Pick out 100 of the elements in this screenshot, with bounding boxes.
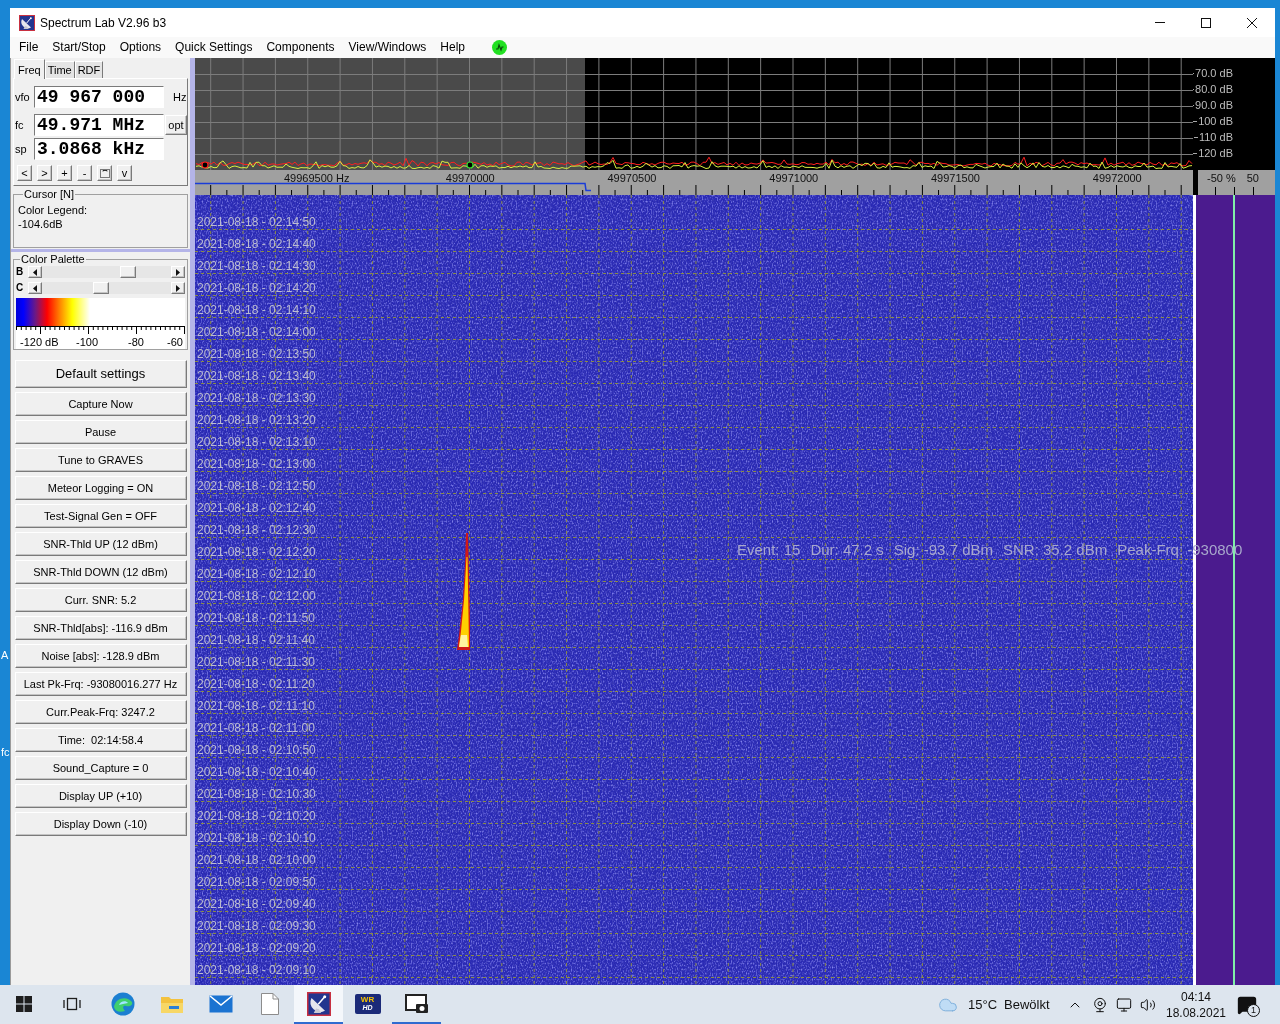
timestamp-label: 2021-08-18 - 02:09:10 <box>197 963 316 977</box>
menu-item[interactable]: Options <box>112 37 169 58</box>
menu-item[interactable]: Components <box>259 37 342 58</box>
notification-button[interactable]: 1 <box>1232 985 1262 1024</box>
event-info-text: Event: 15 <box>737 541 801 559</box>
desktop-icon-label: A <box>1 649 9 662</box>
timestamp-label: 2021-08-18 - 02:10:00 <box>197 853 316 867</box>
command-button[interactable]: Default settings <box>14 360 187 388</box>
command-button[interactable]: Pause <box>14 420 187 444</box>
tab[interactable]: Freq <box>14 59 45 79</box>
command-button[interactable]: SNR-Thld[abs]: -116.9 dBm <box>14 616 187 640</box>
menu-item[interactable]: File <box>12 37 46 58</box>
step-button[interactable]: > <box>37 165 52 181</box>
dotted-frame-icon <box>99 168 110 178</box>
marker-dot-icon <box>466 161 474 169</box>
network-icon[interactable] <box>1116 996 1132 1013</box>
group-title: Color Palette <box>20 252 86 266</box>
timestamp-label: 2021-08-18 - 02:12:40 <box>197 501 316 515</box>
axis-label: 49970500 <box>607 172 657 185</box>
step-button[interactable]: + <box>57 165 72 181</box>
command-button[interactable]: Display Down (-10) <box>14 812 187 836</box>
command-button[interactable]: Sound_Capture = 0 <box>14 756 187 780</box>
minimize-icon <box>1155 22 1165 23</box>
slider-thumb[interactable] <box>120 266 136 278</box>
timestamp-label: 2021-08-18 - 02:13:40 <box>197 369 316 383</box>
task-view-icon <box>63 995 81 1012</box>
step-button[interactable]: - <box>77 165 92 181</box>
menu-item[interactable]: View/Windows <box>341 37 434 58</box>
desktop-icon-label: fc <box>1 746 10 759</box>
value-field[interactable]: 49.971 MHz <box>34 114 164 136</box>
weather-button[interactable]: 15°C Bewölkt <box>936 985 1062 1024</box>
taskbar-button[interactable] <box>294 985 343 1024</box>
frame-button[interactable] <box>97 165 112 181</box>
webcam-icon[interactable] <box>1092 996 1108 1013</box>
scale-label: -50 % <box>1207 172 1236 185</box>
clock-button[interactable]: 04:14 18.08.2021 <box>1160 985 1232 1024</box>
menu-item[interactable]: Help <box>433 37 472 58</box>
status-light-icon[interactable] <box>492 40 507 55</box>
screen-camera-icon <box>404 993 429 1014</box>
slider-label: C <box>16 282 25 294</box>
slider-thumb[interactable] <box>92 282 109 294</box>
cursor-readout-text: Color Legend: <box>18 203 89 217</box>
scale-label: -120 dB <box>20 336 60 349</box>
value-field[interactable]: 3.0868 kHz <box>34 138 164 160</box>
timestamp-label: 2021-08-18 - 02:14:20 <box>197 281 316 295</box>
marker-dot-icon <box>201 161 209 169</box>
timestamp-label: 2021-08-18 - 02:09:20 <box>197 941 316 955</box>
step-button[interactable]: v <box>117 165 132 181</box>
command-button[interactable]: SNR-Thld DOWN (12 dBm) <box>14 560 187 584</box>
axis-label: 49969500 Hz <box>284 172 350 185</box>
timestamp-label: 2021-08-18 - 02:11:40 <box>197 633 315 647</box>
satellite-dish-icon <box>19 14 35 31</box>
scale-label: -80 <box>128 336 145 349</box>
tab[interactable]: Time <box>44 61 75 78</box>
timestamp-label: 2021-08-18 - 02:14:40 <box>197 237 316 251</box>
axis-label: 49971500 <box>931 172 980 185</box>
command-button[interactable]: Last Pk-Frq: -93080016.277 Hz <box>14 672 187 696</box>
maximize-icon <box>1201 17 1211 28</box>
axis-label: 49970000 <box>445 172 495 185</box>
timestamp-label: 2021-08-18 - 02:11:00 <box>197 721 315 735</box>
timestamp-label: 2021-08-18 - 02:10:10 <box>197 831 316 845</box>
timestamp-label: 2021-08-18 - 02:12:10 <box>197 567 316 581</box>
command-button[interactable]: Display UP (+10) <box>14 784 187 808</box>
timestamp-label: 2021-08-18 - 02:10:50 <box>197 743 316 757</box>
options-button[interactable]: opt <box>165 115 187 135</box>
timestamp-label: 2021-08-18 - 02:09:50 <box>197 875 316 889</box>
timestamp-label: 2021-08-18 - 02:10:40 <box>197 765 316 779</box>
scale-label: -100 <box>76 336 100 349</box>
slider-label: B <box>16 266 25 278</box>
timestamp-label: 2021-08-18 - 02:14:10 <box>197 303 316 317</box>
satellite-dish-icon <box>306 991 331 1016</box>
timestamp-label: 2021-08-18 - 02:14:00 <box>197 325 316 339</box>
scroll-left-button[interactable] <box>28 282 42 294</box>
menu-item[interactable]: Quick Settings <box>168 37 260 58</box>
tab[interactable]: RDF <box>74 61 104 78</box>
timestamp-label: 2021-08-18 - 02:11:10 <box>197 699 315 713</box>
timestamp-label: 2021-08-18 - 02:13:30 <box>197 391 316 405</box>
scroll-left-button[interactable] <box>28 266 42 278</box>
command-button[interactable]: Capture Now <box>14 392 187 416</box>
command-button[interactable]: Noise [abs]: -128.9 dBm <box>14 644 187 668</box>
timestamp-label: 2021-08-18 - 02:14:50 <box>197 215 316 229</box>
value-field[interactable]: 49 967 000 <box>34 86 164 108</box>
start-menu-icon <box>16 995 32 1012</box>
timestamp-label: 2021-08-18 - 02:09:30 <box>197 919 316 933</box>
timestamp-label: 2021-08-18 - 02:10:20 <box>197 809 316 823</box>
scroll-right-button[interactable] <box>171 282 185 294</box>
menu-item[interactable]: Start/Stop <box>45 37 113 58</box>
event-info-text: Sig: -93.7 dBm <box>893 541 993 559</box>
timestamp-label: 2021-08-18 - 02:11:50 <box>197 611 315 625</box>
command-button[interactable]: Curr.Peak-Frq: 3247.2 <box>14 700 187 724</box>
command-button[interactable]: Curr. SNR: 5.2 <box>14 588 187 612</box>
scroll-right-button[interactable] <box>171 266 185 278</box>
command-button[interactable]: SNR-Thld UP (12 dBm) <box>14 532 187 556</box>
step-button[interactable]: < <box>17 165 32 181</box>
command-button[interactable]: Tune to GRAVES <box>14 448 187 472</box>
speaker-icon[interactable] <box>1140 996 1156 1013</box>
command-button[interactable]: Test-Signal Gen = OFF <box>14 504 187 528</box>
command-button[interactable]: Meteor Logging = ON <box>14 476 187 500</box>
unit-label: Hz <box>173 89 187 105</box>
command-button[interactable]: Time: 02:14:58.4 <box>14 728 187 752</box>
